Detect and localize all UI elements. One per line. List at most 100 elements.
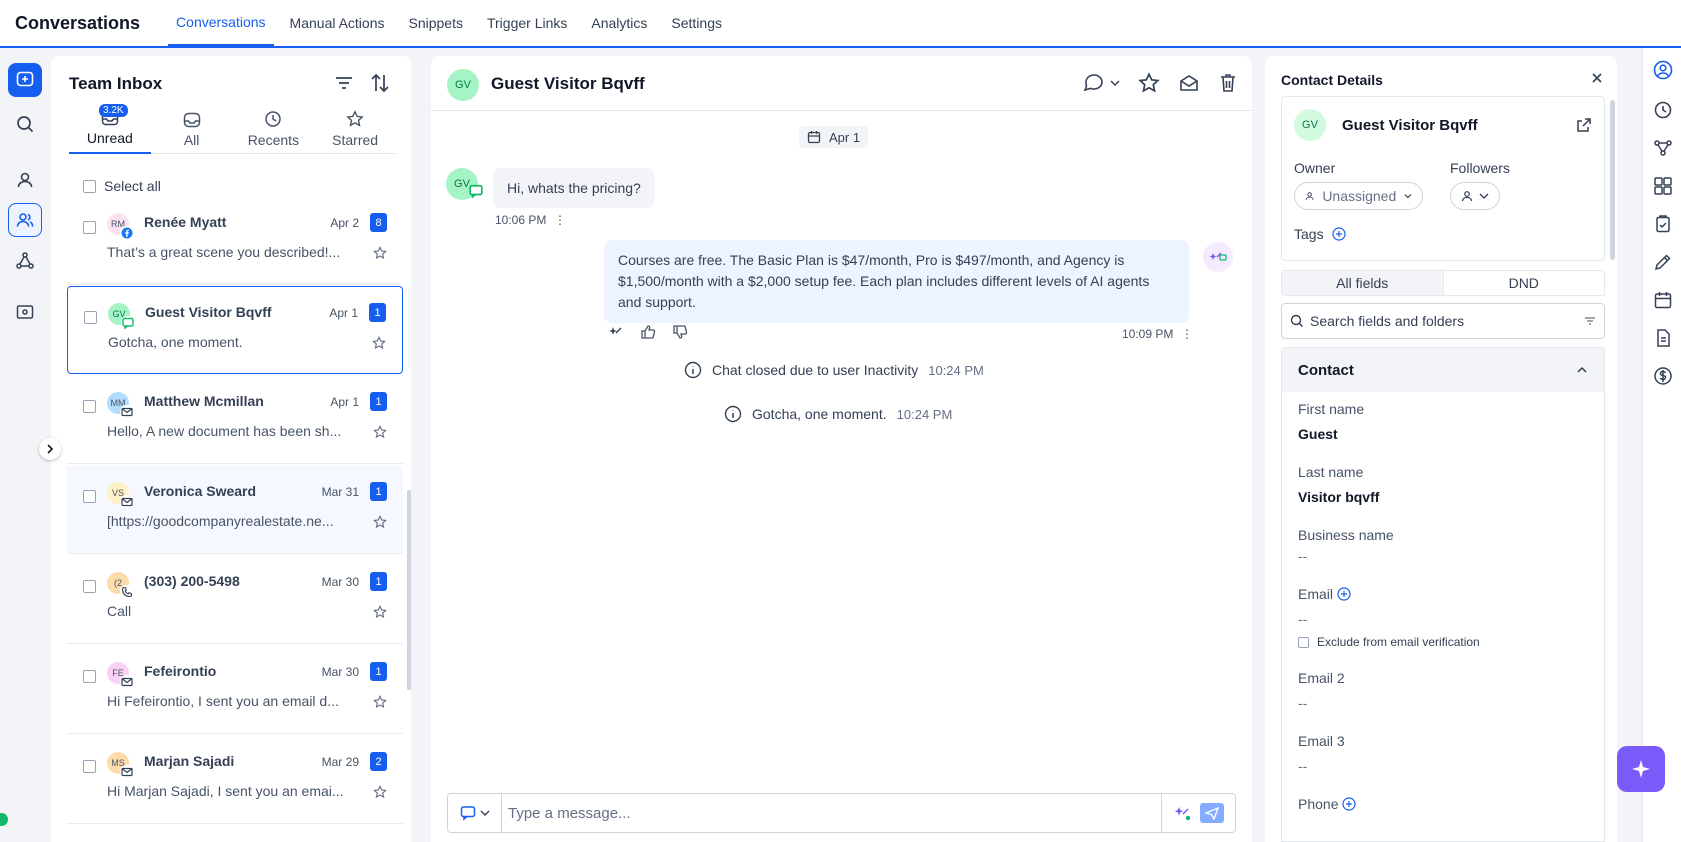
field-filter-button[interactable] (1584, 315, 1596, 327)
search-rail-button[interactable] (8, 107, 42, 141)
unread-badge: 2 (370, 752, 387, 771)
channel-selector[interactable] (448, 794, 502, 832)
followers-select[interactable] (1450, 182, 1500, 210)
nav-tab-snippets[interactable]: Snippets (401, 0, 471, 46)
email3-value[interactable]: -- (1298, 758, 1307, 774)
conversation-item[interactable]: MS Marjan Sajadi Mar 29 2 Hi Marjan Saja… (67, 736, 403, 824)
outgoing-message: Courses are free. The Basic Plan is $47/… (604, 240, 1189, 323)
conversation-checkbox[interactable] (83, 670, 96, 683)
conversation-list-scrollbar[interactable] (407, 490, 411, 690)
star-conversation-button[interactable] (1138, 72, 1160, 94)
expand-sidebar-button[interactable] (39, 438, 61, 460)
ai-assistant-fab[interactable] (1617, 746, 1665, 792)
unread-badge: 1 (369, 303, 386, 322)
conversation-checkbox[interactable] (83, 400, 96, 413)
ai-sparkle-icon (1209, 252, 1227, 261)
star-toggle[interactable] (373, 515, 387, 529)
send-button[interactable] (1199, 803, 1224, 823)
conversation-item[interactable]: (2 (303) 200-5498 Mar 30 1 Call (67, 556, 403, 644)
star-toggle[interactable] (373, 605, 387, 619)
open-contact-button[interactable] (1576, 117, 1592, 133)
nav-tab-analytics[interactable]: Analytics (583, 0, 655, 46)
team-inbox-rail-button[interactable] (8, 203, 42, 237)
message-menu-icon[interactable]: ⋮ (1181, 327, 1193, 341)
tasks-rail-button[interactable] (1653, 214, 1673, 234)
first-name-value[interactable]: Guest (1298, 426, 1338, 442)
last-name-value[interactable]: Visitor bqvff (1298, 489, 1379, 505)
conversation-checkbox[interactable] (83, 221, 96, 234)
thumbs-up-button[interactable] (640, 324, 656, 340)
star-toggle[interactable] (373, 425, 387, 439)
automation-rail-button[interactable] (1653, 138, 1673, 158)
conversation-item[interactable]: GV Guest Visitor Bqvff Apr 1 1 Gotcha, o… (67, 286, 403, 374)
conversation-item[interactable]: MM Matthew Mcmillan Apr 1 1 Hello, A new… (67, 376, 403, 464)
phone-label-row: Phone (1298, 796, 1357, 812)
user-icon (1461, 191, 1473, 202)
contacts-rail-button[interactable] (8, 163, 42, 197)
conversation-checkbox[interactable] (84, 311, 97, 324)
filter-button[interactable] (333, 72, 355, 94)
sort-arrows-icon (371, 73, 389, 93)
plus-circle-icon (1337, 587, 1351, 601)
history-rail-button[interactable] (1653, 100, 1673, 120)
star-toggle[interactable] (372, 336, 386, 350)
conversation-item[interactable]: RM Renée Myatt Apr 2 8 That’s a great sc… (67, 199, 403, 285)
conversation-item[interactable]: FE Fefeirontio Mar 30 1 Hi Fefeirontio, … (67, 646, 403, 734)
puzzle-icon (1654, 177, 1672, 195)
message-input[interactable] (502, 794, 1161, 832)
add-phone-button[interactable] (1342, 797, 1357, 811)
tab-all[interactable]: All (151, 106, 233, 154)
conversation-preview: Gotcha, one moment. (108, 334, 243, 350)
star-toggle[interactable] (373, 785, 387, 799)
contact-rail-button[interactable] (1653, 60, 1673, 80)
email2-value[interactable]: -- (1298, 695, 1307, 711)
star-toggle[interactable] (373, 246, 387, 260)
tab-dnd[interactable]: DND (1442, 271, 1605, 295)
delete-conversation-button[interactable] (1218, 72, 1238, 94)
mark-unread-button[interactable] (1178, 72, 1200, 94)
details-scrollbar[interactable] (1610, 100, 1615, 260)
select-all-checkbox[interactable] (83, 179, 96, 193)
email-value[interactable]: -- (1298, 611, 1307, 627)
workflow-rail-button[interactable] (8, 244, 42, 278)
close-details-button[interactable] (1591, 72, 1603, 84)
integrations-rail-button[interactable] (1653, 176, 1673, 196)
contact-section-header[interactable]: Contact (1282, 348, 1604, 392)
documents-rail-button[interactable] (1653, 328, 1673, 348)
calendar-rail-button[interactable] (1653, 290, 1673, 310)
tab-all-fields[interactable]: All fields (1282, 271, 1443, 295)
conversation-list-panel: Team Inbox 3.2K Unread All Recents Starr… (51, 56, 411, 842)
new-conversation-button[interactable] (8, 63, 42, 97)
conversation-checkbox[interactable] (83, 580, 96, 593)
conversation-checkbox[interactable] (83, 490, 96, 503)
ai-assist-button[interactable] (1174, 804, 1192, 822)
star-toggle[interactable] (373, 695, 387, 709)
exclude-verification-checkbox[interactable] (1298, 636, 1309, 648)
branch-icon (1654, 140, 1672, 156)
tab-starred[interactable]: Starred (314, 106, 396, 154)
message-menu-icon[interactable]: ⋮ (554, 213, 566, 227)
conversation-item[interactable]: VS Veronica Sweard Mar 31 1 [https://goo… (67, 466, 403, 554)
thumbs-down-button[interactable] (672, 324, 688, 340)
nav-tab-manual-actions[interactable]: Manual Actions (282, 0, 393, 46)
business-name-value[interactable]: -- (1298, 548, 1307, 564)
owner-select[interactable]: Unassigned (1294, 182, 1423, 210)
chat-bubble-icon (1083, 74, 1103, 92)
field-search-input[interactable] (1310, 313, 1578, 329)
tab-recents[interactable]: Recents (233, 106, 315, 154)
assign-menu-button[interactable] (1082, 72, 1120, 94)
nav-tab-settings[interactable]: Settings (663, 0, 730, 46)
sort-button[interactable] (369, 72, 391, 94)
ai-sparkle-button[interactable] (608, 324, 624, 340)
conversation-date: Apr 1 (329, 306, 358, 320)
incoming-message: Hi, whats the pricing? (493, 168, 655, 208)
nav-tab-trigger-links[interactable]: Trigger Links (479, 0, 575, 46)
tab-unread[interactable]: 3.2K Unread (69, 104, 151, 154)
notes-rail-button[interactable] (1653, 252, 1673, 272)
media-rail-button[interactable] (8, 295, 42, 329)
add-email-button[interactable] (1337, 587, 1351, 601)
add-tag-button[interactable] (1331, 227, 1346, 241)
nav-tab-conversations[interactable]: Conversations (168, 0, 274, 46)
conversation-checkbox[interactable] (83, 760, 96, 773)
payments-rail-button[interactable] (1653, 366, 1673, 386)
